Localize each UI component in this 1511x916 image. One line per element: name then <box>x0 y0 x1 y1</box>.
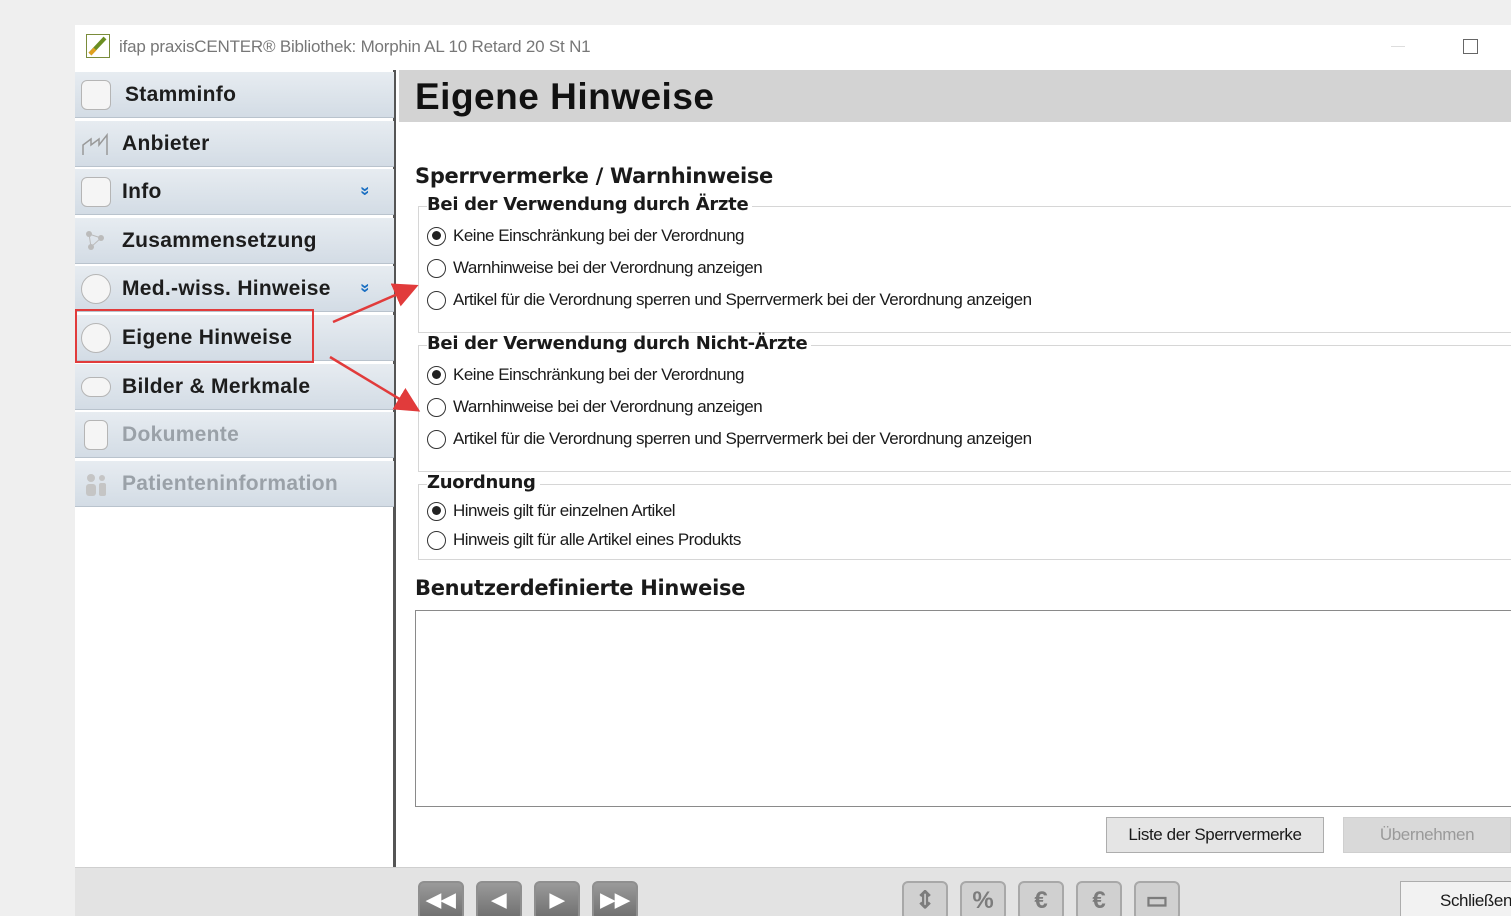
group-assignment: Zuordnung Hinweis gilt für einzelnen Art… <box>418 472 1511 560</box>
sidebar-item-label: Dokumente <box>122 423 240 446</box>
radio-label: Warnhinweise bei der Verordnung anzeigen <box>453 258 763 277</box>
radio-assignment-all-articles[interactable]: Hinweis gilt für alle Artikel eines Prod… <box>427 530 741 550</box>
package-size-icon[interactable]: ⇕ <box>902 881 948 916</box>
sidebar-item-patienteninformation[interactable]: Patienteninformation <box>75 461 394 507</box>
radio-doctors-lock-article[interactable]: Artikel für die Verordnung sperren und S… <box>427 290 1032 310</box>
chevron-down-icon: » <box>356 186 376 196</box>
sidebar-item-label: Med.-wiss. Hinweise <box>122 277 331 300</box>
sidebar-item-med-wiss-hinweise[interactable]: Med.-wiss. Hinweise » <box>75 266 394 312</box>
document-icon <box>84 420 108 450</box>
discount-percent-icon[interactable]: % <box>960 881 1006 916</box>
sidebar-item-label: Stamminfo <box>125 83 237 106</box>
pill-icon <box>81 377 111 397</box>
info-document-icon <box>81 177 111 207</box>
sidebar-item-dokumente[interactable]: Dokumente <box>75 412 394 458</box>
price-euro-icon[interactable]: € <box>1018 881 1064 916</box>
radio-nondoctors-no-restriction[interactable]: Keine Einschränkung bei der Verordnung <box>427 365 745 385</box>
sidebar-item-label: Bilder & Merkmale <box>122 375 311 398</box>
footer-toolbar: ◀◀ ◀ ▶ ▶▶ ⇕ % € € ▭ Schließen <box>75 867 1511 916</box>
radio-indicator[interactable] <box>427 365 446 385</box>
group-label: Bei der Verwendung durch Ärzte <box>427 194 753 215</box>
radio-indicator[interactable] <box>427 429 446 449</box>
minimize-button[interactable] <box>1391 46 1405 47</box>
radio-label: Hinweis gilt für einzelnen Artikel <box>453 501 676 520</box>
radio-indicator[interactable] <box>427 258 446 278</box>
content-panel: Eigene Hinweise Sperrvermerke / Warnhinw… <box>399 70 1511 867</box>
chevron-down-icon: » <box>356 283 376 293</box>
group-label: Zuordnung <box>427 472 540 493</box>
window-title: ifap praxisCENTER® Bibliothek: Morphin A… <box>119 37 591 56</box>
sidebar-item-zusammensetzung[interactable]: Zusammensetzung <box>75 218 394 264</box>
sidebar-item-bilder-merkmale[interactable]: Bilder & Merkmale <box>75 364 394 410</box>
book-icon <box>81 274 111 304</box>
section-title-custom-notes: Benutzerdefinierte Hinweise <box>415 576 746 600</box>
radio-nondoctors-lock-article[interactable]: Artikel für die Verordnung sperren und S… <box>427 429 1032 449</box>
radio-indicator[interactable] <box>427 290 446 310</box>
app-window: ifap praxisCENTER® Bibliothek: Morphin A… <box>75 25 1511 916</box>
radio-indicator[interactable] <box>427 530 446 550</box>
sidebar-item-eigene-hinweise[interactable]: Eigene Hinweise <box>75 315 394 361</box>
radio-doctors-show-warnings[interactable]: Warnhinweise bei der Verordnung anzeigen <box>427 258 763 278</box>
sidebar-item-label: Eigene Hinweise <box>122 326 293 349</box>
last-record-icon[interactable]: ▶▶ <box>592 881 638 916</box>
app-icon <box>86 34 110 58</box>
sidebar-item-label: Zusammensetzung <box>122 229 317 252</box>
close-button[interactable]: Schließen <box>1400 881 1511 916</box>
apply-button[interactable]: Übernehmen <box>1343 817 1511 853</box>
radio-indicator[interactable] <box>427 397 446 417</box>
radio-assignment-single-article[interactable]: Hinweis gilt für einzelnen Artikel <box>427 501 676 521</box>
stethoscope-icon <box>81 323 111 353</box>
previous-record-icon[interactable]: ◀ <box>476 881 522 916</box>
maximize-button[interactable] <box>1463 39 1478 54</box>
price-euro-alt-icon[interactable]: € <box>1076 881 1122 916</box>
radio-label: Keine Einschränkung bei der Verordnung <box>453 365 745 384</box>
group-doctors: Bei der Verwendung durch Ärzte Keine Ein… <box>418 194 1511 333</box>
radio-label: Keine Einschränkung bei der Verordnung <box>453 226 745 245</box>
patients-icon <box>81 469 111 499</box>
sidebar-item-anbieter[interactable]: Anbieter <box>75 121 394 167</box>
radio-label: Artikel für die Verordnung sperren und S… <box>453 290 1032 309</box>
lock-notes-list-button[interactable]: Liste der Sperrvermerke <box>1106 817 1324 853</box>
radio-label: Warnhinweise bei der Verordnung anzeigen <box>453 397 763 416</box>
radio-nondoctors-show-warnings[interactable]: Warnhinweise bei der Verordnung anzeigen <box>427 397 763 417</box>
molecule-icon <box>81 226 111 256</box>
sidebar-item-label: Info <box>122 180 162 203</box>
section-title-lock-notes: Sperrvermerke / Warnhinweise <box>415 164 773 188</box>
title-bar: ifap praxisCENTER® Bibliothek: Morphin A… <box>75 25 1511 70</box>
first-record-icon[interactable]: ◀◀ <box>418 881 464 916</box>
group-label: Bei der Verwendung durch Nicht-Ärzte <box>427 333 812 354</box>
radio-indicator[interactable] <box>427 501 446 521</box>
radio-label: Hinweis gilt für alle Artikel eines Prod… <box>453 530 741 549</box>
document-clip-icon <box>81 80 111 110</box>
group-non-doctors: Bei der Verwendung durch Nicht-Ärzte Kei… <box>418 333 1511 472</box>
sidebar-item-stamminfo[interactable]: Stamminfo <box>75 72 394 118</box>
sidebar-item-label: Patienteninformation <box>122 472 339 495</box>
sidebar: Stamminfo Anbieter Info » Zusammensetzun… <box>75 70 396 867</box>
next-record-icon[interactable]: ▶ <box>534 881 580 916</box>
factory-icon <box>81 129 111 159</box>
page-title: Eigene Hinweise <box>399 70 1511 122</box>
sidebar-item-label: Anbieter <box>122 132 210 155</box>
radio-indicator[interactable] <box>427 226 446 246</box>
print-preview-icon[interactable]: ▭ <box>1134 881 1180 916</box>
custom-notes-textarea[interactable] <box>415 610 1511 807</box>
sidebar-item-info[interactable]: Info » <box>75 169 394 215</box>
radio-label: Artikel für die Verordnung sperren und S… <box>453 429 1032 448</box>
radio-doctors-no-restriction[interactable]: Keine Einschränkung bei der Verordnung <box>427 226 745 246</box>
